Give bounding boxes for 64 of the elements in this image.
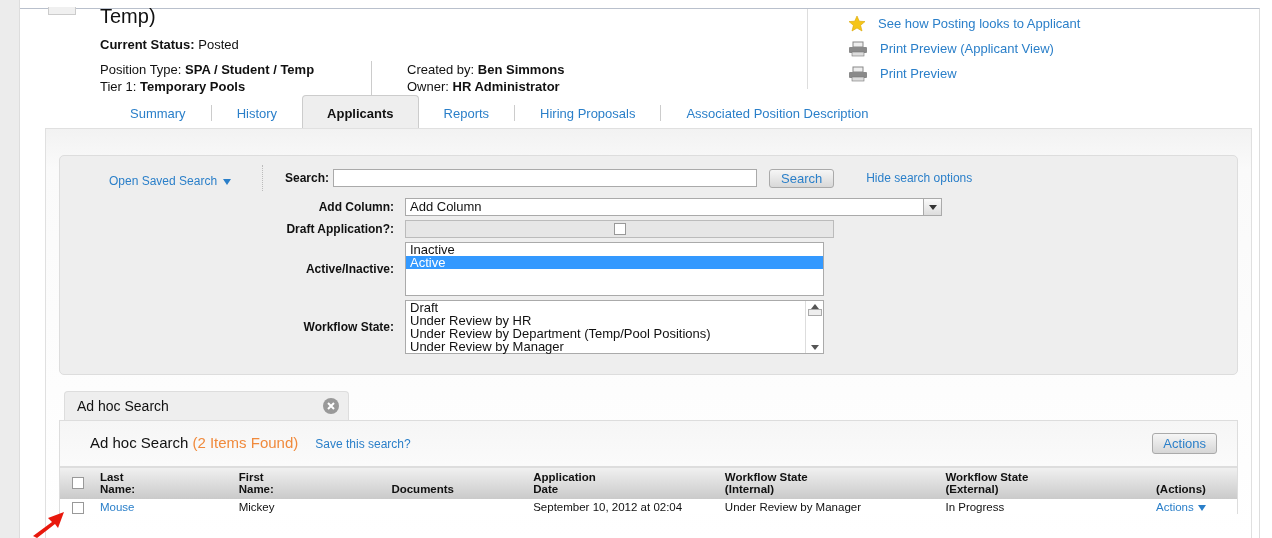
thumbnail-icon	[48, 7, 76, 15]
field-label: Workflow State:	[302, 319, 394, 336]
column-header: Documents	[391, 483, 454, 495]
table-cell: September 10, 2012 at 02:04	[533, 501, 683, 513]
search-field[interactable]	[333, 169, 757, 187]
preview-link[interactable]: Print Preview	[880, 63, 957, 84]
field-label: Active/Inactive:	[304, 261, 394, 278]
star-icon	[848, 15, 866, 32]
tab[interactable]: Reports	[418, 98, 515, 128]
column-header: First Name:	[238, 471, 274, 495]
list-option[interactable]: Active	[406, 256, 823, 269]
detail-line: Tier 1: Temporary Pools	[100, 78, 247, 95]
tab[interactable]: Applicants	[302, 94, 419, 128]
select-all-checkbox[interactable]	[72, 477, 84, 489]
preview-link[interactable]: Print Preview (Applicant View)	[880, 38, 1054, 59]
add-column-select[interactable]: Add Column	[405, 198, 942, 216]
list-option[interactable]: Under Review by Department (Temp/Pool Positions)	[406, 327, 805, 340]
dropdown-arrow-icon	[928, 204, 937, 210]
tab[interactable]: History	[211, 98, 303, 128]
save-search-link[interactable]: Save this search?	[315, 434, 411, 453]
close-icon[interactable]	[322, 397, 340, 415]
column-header: (Actions)	[1156, 483, 1206, 495]
list-option[interactable]: Under Review by Manager	[406, 340, 805, 353]
search-label: Search:	[283, 170, 329, 187]
tab[interactable]: Hiring Proposals	[515, 98, 661, 128]
table-cell: Under Review by Manager	[724, 501, 861, 513]
printer-icon	[848, 40, 868, 57]
list-option[interactable]: Inactive	[406, 243, 823, 256]
result-tab[interactable]: Ad hoc Search	[64, 391, 349, 420]
preview-link[interactable]: See how Posting looks to Applicant	[878, 13, 1081, 34]
table-cell: Mickey	[238, 501, 275, 513]
detail-line: Position Type: SPA / Student / Temp	[100, 61, 316, 78]
table-cell: In Progress	[945, 501, 1005, 513]
scroll-thumb[interactable]	[807, 309, 822, 316]
list-option[interactable]: Draft	[406, 301, 805, 314]
column-header: Workflow State (Internal)	[724, 471, 808, 495]
field-label: Draft Application?:	[285, 221, 394, 238]
printer-icon	[848, 65, 868, 82]
column-header: Last Name:	[99, 471, 136, 495]
list-box[interactable]: Inactive Active	[405, 242, 824, 296]
scroll-down-icon[interactable]	[810, 345, 819, 350]
search-button[interactable]: Search	[769, 168, 835, 188]
actions-button[interactable]: Actions	[1152, 433, 1217, 454]
scrollbar[interactable]	[805, 301, 823, 353]
status-line: Current Status: Posted	[100, 35, 240, 54]
column-header: Workflow State (External)	[945, 471, 1029, 495]
actions-link[interactable]: Actions	[1156, 501, 1194, 513]
column-header: Application Date	[533, 471, 596, 495]
posting-title: Temp)	[100, 5, 156, 27]
row-checkbox[interactable]	[72, 501, 84, 514]
list-option[interactable]: Under Review by HR	[406, 314, 805, 327]
open-saved-search-link[interactable]: Open Saved Search	[109, 174, 232, 188]
tab[interactable]: Summary	[105, 98, 211, 128]
list-box[interactable]: Draft Under Review by HR Under Review by Department (Temp/Pool Positions) Under Review by Manager	[405, 300, 824, 354]
items-found-count: (2 Items Found)	[192, 433, 299, 454]
results-title: Ad hoc Search	[90, 433, 189, 454]
detail-line: Owner: HR Administrator	[407, 78, 561, 95]
hide-search-options-link[interactable]: Hide search options	[866, 169, 973, 187]
result-tab-label: Ad hoc Search	[77, 396, 169, 416]
checkbox[interactable]	[613, 223, 626, 235]
name-link[interactable]: Mouse	[99, 501, 135, 513]
tab[interactable]: Associated Position Description	[661, 98, 894, 128]
detail-line: Created by: Ben Simmons	[407, 61, 565, 78]
field-label: Add Column:	[317, 199, 394, 216]
